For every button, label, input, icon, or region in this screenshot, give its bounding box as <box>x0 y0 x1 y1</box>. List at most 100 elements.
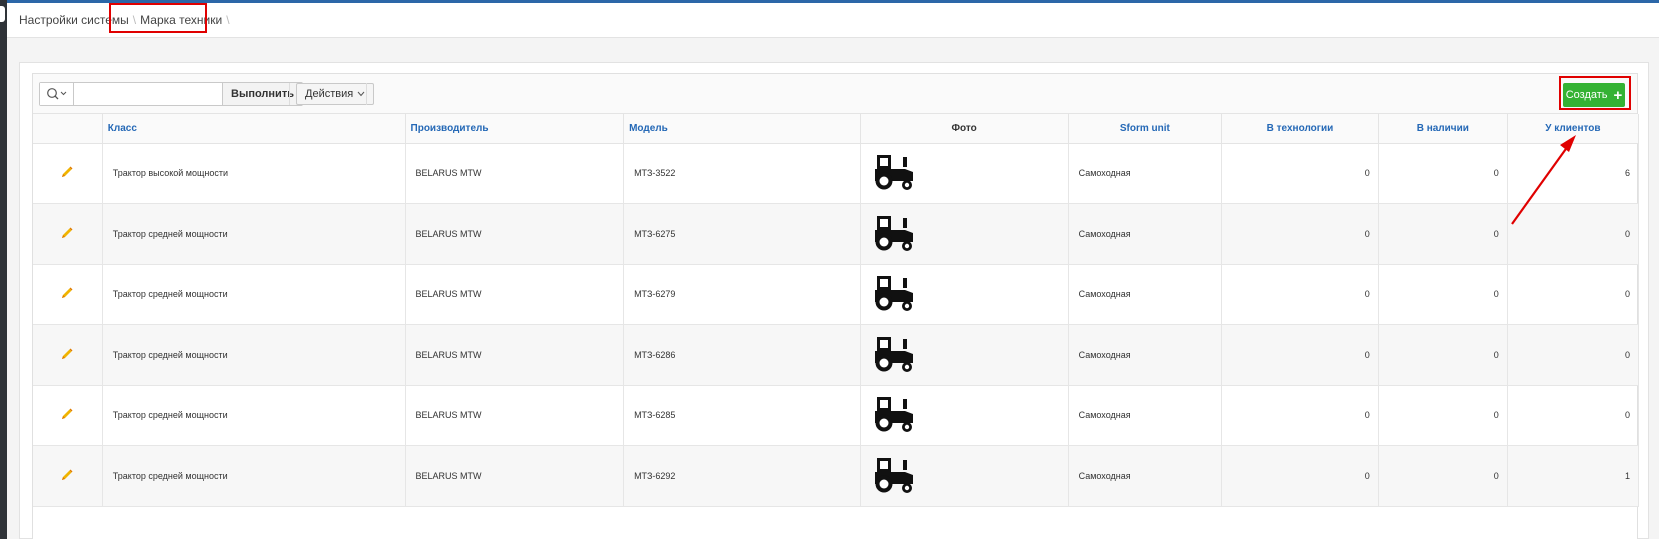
actions-label: Действия <box>305 88 354 100</box>
cell-class: Трактор высокой мощности <box>102 143 406 204</box>
cell-photo <box>860 264 1069 325</box>
report-toolbar: Выполнить Действия Создать + <box>33 74 1637 114</box>
cell-sform-unit: Самоходная <box>1068 264 1223 325</box>
header-at-clients[interactable]: У клиентов <box>1507 114 1640 144</box>
tractor-icon <box>873 397 915 435</box>
cell-at-clients: 0 <box>1507 385 1640 446</box>
cell-model: МТЗ-6275 <box>623 203 861 265</box>
search-input[interactable] <box>74 83 222 105</box>
edit-cell[interactable] <box>33 445 103 507</box>
cell-in-stock: 0 <box>1378 324 1508 386</box>
header-manufacturer[interactable]: Производитель <box>405 114 625 144</box>
search-icon <box>46 88 66 100</box>
cell-sform-unit: Самоходная <box>1068 445 1223 507</box>
cell-class: Трактор средней мощности <box>102 324 406 386</box>
brand-table: Класс Производитель Модель Фото Sform un… <box>33 114 1640 507</box>
breadcrumb-trail-separator: \ <box>226 13 230 27</box>
header-in-stock[interactable]: В наличии <box>1378 114 1508 144</box>
tractor-icon <box>873 336 915 375</box>
cell-at-clients: 0 <box>1507 264 1640 325</box>
cell-at-clients: 0 <box>1507 324 1640 386</box>
header-sform-unit[interactable]: Sform unit <box>1068 114 1223 144</box>
edit-cell[interactable] <box>33 143 103 204</box>
cell-class: Трактор средней мощности <box>102 385 406 446</box>
cell-photo <box>860 143 1069 204</box>
breadcrumb-highlight-box <box>109 3 207 33</box>
cell-in-stock: 0 <box>1378 203 1508 265</box>
tractor-icon <box>873 276 915 314</box>
cell-class: Трактор средней мощности <box>102 203 406 265</box>
header-class[interactable]: Класс <box>102 114 406 144</box>
pencil-icon[interactable] <box>60 227 74 242</box>
content-card: Выполнить Действия Создать + Класс Произ… <box>19 62 1649 539</box>
cell-class: Трактор средней мощности <box>102 264 406 325</box>
cell-model: МТЗ-3522 <box>623 143 861 204</box>
edit-cell[interactable] <box>33 203 103 265</box>
table-row: Трактор средней мощности BELARUS MTW МТЗ-6… <box>33 264 1640 325</box>
left-edge-tab[interactable] <box>0 6 5 22</box>
cell-photo <box>860 324 1069 386</box>
cell-at-clients: 1 <box>1507 445 1640 507</box>
cell-at-clients: 6 <box>1507 143 1640 204</box>
table-row: Трактор высокой мощности BELARUS MTW МТЗ-3… <box>33 143 1640 204</box>
table-row: Трактор средней мощности BELARUS MTW МТЗ-6… <box>33 324 1640 386</box>
edit-cell[interactable] <box>33 264 103 325</box>
cell-class: Трактор средней мощности <box>102 445 406 507</box>
cell-in-stock: 0 <box>1378 445 1508 507</box>
tractor-icon <box>873 457 915 496</box>
cell-in-technology: 0 <box>1221 203 1379 265</box>
cell-manufacturer: BELARUS MTW <box>405 445 625 507</box>
edit-cell[interactable] <box>33 385 103 446</box>
cell-sform-unit: Самоходная <box>1068 143 1223 204</box>
cell-at-clients: 0 <box>1507 203 1640 265</box>
header-edit <box>33 114 103 144</box>
cell-model: МТЗ-6292 <box>623 445 861 507</box>
toolbar-divider <box>289 83 290 105</box>
cell-manufacturer: BELARUS MTW <box>405 324 625 386</box>
toolbar-divider-2 <box>366 83 367 105</box>
cell-in-technology: 0 <box>1221 143 1379 204</box>
create-highlight-box <box>1559 76 1631 110</box>
pencil-icon[interactable] <box>60 287 74 302</box>
cell-manufacturer: BELARUS MTW <box>405 203 625 265</box>
cell-in-stock: 0 <box>1378 143 1508 204</box>
table-row: Трактор средней мощности BELARUS MTW МТЗ-6… <box>33 445 1640 507</box>
cell-model: МТЗ-6286 <box>623 324 861 386</box>
cell-model: МТЗ-6285 <box>623 385 861 446</box>
cell-manufacturer: BELARUS MTW <box>405 264 625 325</box>
actions-menu-button[interactable]: Действия <box>296 83 375 105</box>
chevron-down-icon <box>357 91 365 97</box>
tractor-icon <box>873 215 915 254</box>
header-photo: Фото <box>860 114 1069 144</box>
report-region: Выполнить Действия Создать + Класс Произ… <box>32 73 1640 539</box>
table-row: Трактор средней мощности BELARUS MTW МТЗ-6… <box>33 203 1640 265</box>
table-header-row: Класс Производитель Модель Фото Sform un… <box>33 114 1640 144</box>
cell-in-technology: 0 <box>1221 264 1379 325</box>
cell-sform-unit: Самоходная <box>1068 385 1223 446</box>
cell-manufacturer: BELARUS MTW <box>405 385 625 446</box>
search-group: Выполнить <box>39 82 303 106</box>
cell-in-technology: 0 <box>1221 445 1379 507</box>
cell-sform-unit: Самоходная <box>1068 324 1223 386</box>
cell-manufacturer: BELARUS MTW <box>405 143 625 204</box>
workspace: Выполнить Действия Создать + Класс Произ… <box>7 38 1659 539</box>
page-header: Настройки системы \ Марка техники \ <box>7 0 1659 38</box>
tractor-icon <box>873 155 915 193</box>
table-row: Трактор средней мощности BELARUS MTW МТЗ-6… <box>33 385 1640 446</box>
pencil-icon[interactable] <box>60 469 74 484</box>
cell-in-stock: 0 <box>1378 385 1508 446</box>
cell-photo <box>860 385 1069 446</box>
edit-cell[interactable] <box>33 324 103 386</box>
pencil-icon[interactable] <box>60 408 74 423</box>
header-model[interactable]: Модель <box>623 114 861 144</box>
pencil-icon[interactable] <box>60 348 74 363</box>
cell-in-stock: 0 <box>1378 264 1508 325</box>
header-in-technology[interactable]: В технологии <box>1221 114 1379 144</box>
cell-model: МТЗ-6279 <box>623 264 861 325</box>
search-column-button[interactable] <box>40 83 74 105</box>
cell-sform-unit: Самоходная <box>1068 203 1223 265</box>
cell-in-technology: 0 <box>1221 324 1379 386</box>
cell-in-technology: 0 <box>1221 385 1379 446</box>
pencil-icon[interactable] <box>60 166 74 181</box>
cell-photo <box>860 203 1069 265</box>
